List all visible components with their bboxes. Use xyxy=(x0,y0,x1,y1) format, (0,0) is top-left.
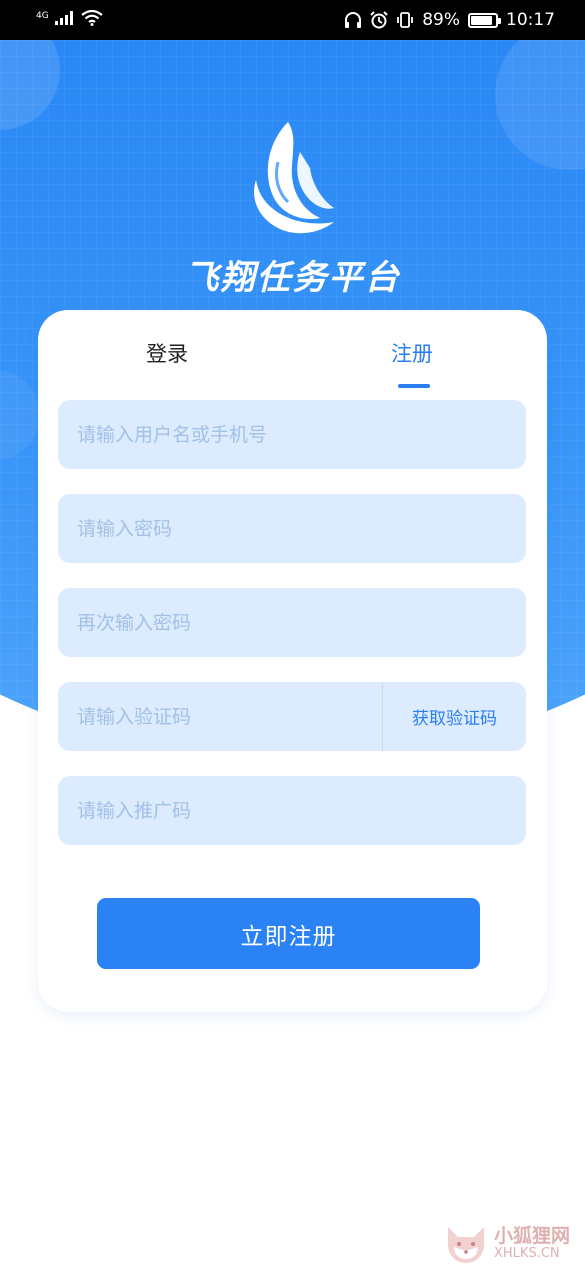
status-bar: 4G 89% 10:17 xyxy=(0,0,585,40)
tab-login[interactable]: 登录 xyxy=(146,338,188,368)
headphones-icon xyxy=(344,11,362,29)
password-input[interactable] xyxy=(58,494,526,563)
status-left: 4G xyxy=(36,9,103,31)
username-input[interactable] xyxy=(58,400,526,469)
watermark-cn: 小狐狸网 xyxy=(494,1225,571,1248)
status-right: 89% 10:17 xyxy=(344,10,555,30)
network-type: 4G xyxy=(36,11,49,22)
verification-code-input[interactable] xyxy=(58,682,382,751)
battery-icon xyxy=(468,12,501,28)
verification-code-field: 获取验证码 xyxy=(58,682,526,751)
clock: 10:17 xyxy=(506,10,555,30)
wing-logo-icon xyxy=(254,122,334,234)
wifi-icon xyxy=(81,9,103,31)
get-code-button[interactable]: 获取验证码 xyxy=(383,704,526,729)
watermark-text: 小狐狸网 XHLKS.CN xyxy=(494,1225,571,1262)
register-button[interactable]: 立即注册 xyxy=(97,898,480,969)
tab-register[interactable]: 注册 xyxy=(391,338,433,368)
vibrate-icon xyxy=(396,11,414,29)
battery-fill xyxy=(471,15,493,25)
decor-circle-mid xyxy=(0,370,40,460)
alarm-icon xyxy=(370,11,388,29)
invite-code-input[interactable] xyxy=(58,776,526,845)
cellular-signal-icon: 4G xyxy=(36,10,74,30)
battery-percent: 89% xyxy=(422,10,460,30)
register-card: 登录 注册 获取验证码 立即注册 xyxy=(38,310,547,1012)
decor-circle-right xyxy=(495,40,585,170)
invite-code-field xyxy=(58,776,526,845)
password-field xyxy=(58,494,526,563)
fox-logo-icon xyxy=(448,1227,484,1263)
auth-tabs: 登录 注册 xyxy=(38,310,547,400)
watermark: 小狐狸网 XHLKS.CN xyxy=(444,1223,570,1265)
confirm-password-input[interactable] xyxy=(58,588,526,657)
decor-circle-left xyxy=(0,40,60,130)
confirm-password-field xyxy=(58,588,526,657)
watermark-en: XHLKS.CN xyxy=(494,1246,560,1262)
active-tab-indicator xyxy=(398,384,430,388)
app-title: 飞翔任务平台 xyxy=(184,258,401,298)
username-field xyxy=(58,400,526,469)
